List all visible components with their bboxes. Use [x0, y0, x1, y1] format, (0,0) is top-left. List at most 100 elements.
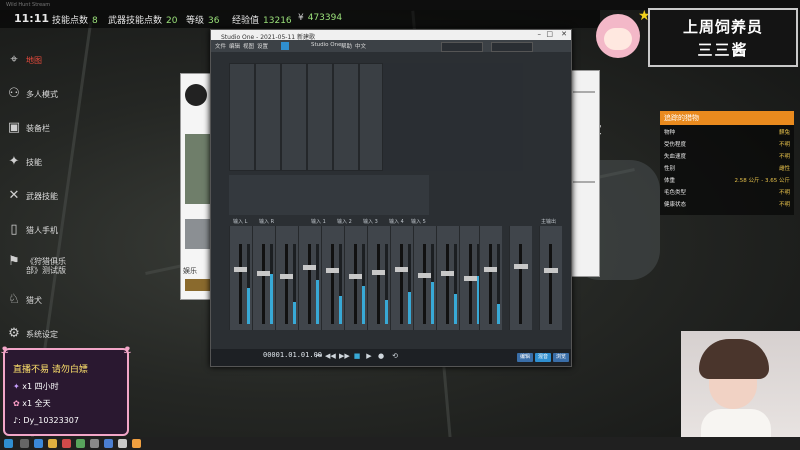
stream-notice: 直播不易 请勿白嫖 [13, 365, 88, 375]
app-icon[interactable] [62, 439, 71, 448]
weapon-skills-icon: ✕ [8, 188, 20, 203]
fader-handle[interactable] [326, 268, 340, 274]
level-meter-fill [293, 301, 296, 324]
menu-item-multiplayer[interactable]: ⚇ 多人模式 [4, 84, 74, 110]
info-row: 受伤程度 不明 [664, 142, 790, 148]
info-row: 体重 2.58 公斤 - 3.65 公斤 [664, 178, 790, 184]
gift-icon: ✦ [13, 382, 20, 391]
app-icon[interactable] [132, 439, 141, 448]
info-row: 性别 雌性 [664, 166, 790, 172]
rewind-icon[interactable]: ⏮ [315, 352, 323, 360]
folder-icon[interactable] [48, 439, 57, 448]
channel-fader-strip[interactable] [509, 226, 532, 330]
channel-fader-strip[interactable] [252, 226, 275, 330]
channel-fader-strip[interactable] [344, 226, 367, 330]
money-icon: ¥ [298, 13, 304, 23]
tracked-animal-header: 追踪的猎物 [660, 111, 794, 125]
fader-track [400, 244, 403, 324]
game-side-menu: ⌖ 地图 ⚇ 多人模式 ▣ 装备栏 ✦ 技能 ✕ 武器技能 ▯ 猎人手机 ⚑ 《狩猎俱乐部》测… [0, 40, 80, 341]
windows-start-icon[interactable] [4, 439, 13, 448]
multiplayer-icon: ⚇ [8, 86, 20, 101]
step-forward-icon[interactable]: ▶▶ [339, 352, 350, 360]
menu-item-map[interactable]: ⌖ 地图 [4, 50, 74, 76]
backpack-icon: ▣ [7, 120, 21, 135]
menu-item-hunting-club[interactable]: ⚑ 《狩猎俱乐部》测试版 [4, 252, 74, 286]
channel-fader-strip[interactable] [390, 226, 413, 330]
mixer-fader-area [229, 30, 569, 350]
fader-track [262, 244, 265, 324]
menu-item-inventory[interactable]: ▣ 装备栏 [4, 118, 74, 144]
app-icon[interactable] [76, 439, 85, 448]
fader-handle[interactable] [418, 272, 432, 278]
streamer-webcam [681, 331, 800, 437]
app-icon[interactable] [118, 439, 127, 448]
fader-handle[interactable] [349, 274, 363, 280]
menu-item-settings[interactable]: ⚙ 系统设定 [4, 324, 74, 350]
douyin-id: ♪: Dy_10323307 [13, 416, 79, 425]
divider [573, 181, 595, 183]
fader-handle[interactable] [280, 274, 294, 280]
level-meter [270, 244, 273, 324]
fader-track [423, 244, 426, 324]
fader-handle[interactable] [441, 271, 455, 277]
fader-handle[interactable] [234, 266, 248, 272]
streamer-title-box: 上周饲养员 三三酱 [648, 8, 798, 67]
tab-edit[interactable]: 编辑 [517, 353, 533, 362]
search-icon[interactable] [20, 439, 29, 448]
fader-handle[interactable] [514, 263, 528, 269]
menu-item-hunter-phone[interactable]: ▯ 猎人手机 [4, 220, 74, 246]
level-meter-fill [339, 296, 342, 324]
fader-handle[interactable] [257, 270, 271, 276]
level-meter [316, 244, 319, 324]
edge-icon[interactable] [34, 439, 43, 448]
channel-fader-strip[interactable] [436, 226, 459, 330]
channel-fader-strip[interactable] [275, 226, 298, 330]
gift-icon: ✿ [13, 399, 20, 408]
skills-icon: ✦ [8, 154, 20, 169]
menu-item-skills[interactable]: ✦ 技能 [4, 152, 74, 178]
level-meter [293, 244, 296, 324]
streamer-title-line1: 上周饲养员 [682, 18, 763, 36]
info-row: 物种 麒兔 [664, 130, 790, 136]
loop-icon[interactable]: ⟲ [391, 352, 399, 360]
info-row: 健康状态 不明 [664, 202, 790, 208]
fader-track [519, 244, 522, 324]
stream-info-box: 直播不易 请勿白嫖 ✦ x1 四小时 ✿ x1 全天 ♪: Dy_1032330… [1, 342, 131, 436]
menu-item-dog[interactable]: ♘ 猎犬 [4, 290, 74, 316]
level-meter-fill [247, 288, 250, 324]
fader-handle[interactable] [484, 266, 498, 272]
menu-item-weapon-skills[interactable]: ✕ 武器技能 [4, 186, 74, 212]
studio-one-window[interactable]: Studio One - 2021-05-11 新建歌 ✕ □ – 文件 编辑 … [210, 29, 572, 367]
channel-fader-strip[interactable] [539, 226, 562, 330]
app-icon[interactable] [104, 439, 113, 448]
record-icon[interactable]: ● [377, 352, 385, 360]
fader-handle[interactable] [464, 275, 478, 281]
fader-handle[interactable] [544, 267, 558, 273]
hud-stat-level: 等级 36 [186, 16, 220, 26]
stop-icon[interactable]: ■ [353, 352, 361, 360]
step-back-icon[interactable]: ◀◀ [325, 352, 336, 360]
cat-ear-icon: ᴥ [1, 342, 9, 356]
app-icon[interactable] [90, 439, 99, 448]
club-icon: ⚑ [8, 254, 20, 269]
tab-mix[interactable]: 混音 [535, 353, 551, 362]
fader-handle[interactable] [303, 265, 317, 271]
channel-fader-strip[interactable] [229, 226, 252, 330]
level-meter-fill [362, 285, 365, 324]
channel-fader-strip[interactable] [479, 226, 502, 330]
background-browser-window-right[interactable] [568, 70, 600, 277]
level-meter [385, 244, 388, 324]
fader-track [469, 244, 472, 324]
fader-track [285, 244, 288, 324]
fader-handle[interactable] [372, 269, 386, 275]
channel-fader-strip[interactable] [413, 226, 436, 330]
fader-track [446, 244, 449, 324]
channel-fader-strip[interactable] [298, 226, 321, 330]
daw-menu-file[interactable]: 文件 [215, 42, 226, 50]
channel-fader-strip[interactable] [367, 226, 390, 330]
play-icon[interactable]: ▶ [365, 352, 373, 360]
tab-browse[interactable]: 浏览 [553, 353, 569, 362]
level-meter [362, 244, 365, 324]
channel-fader-strip[interactable] [321, 226, 344, 330]
fader-handle[interactable] [395, 266, 409, 272]
